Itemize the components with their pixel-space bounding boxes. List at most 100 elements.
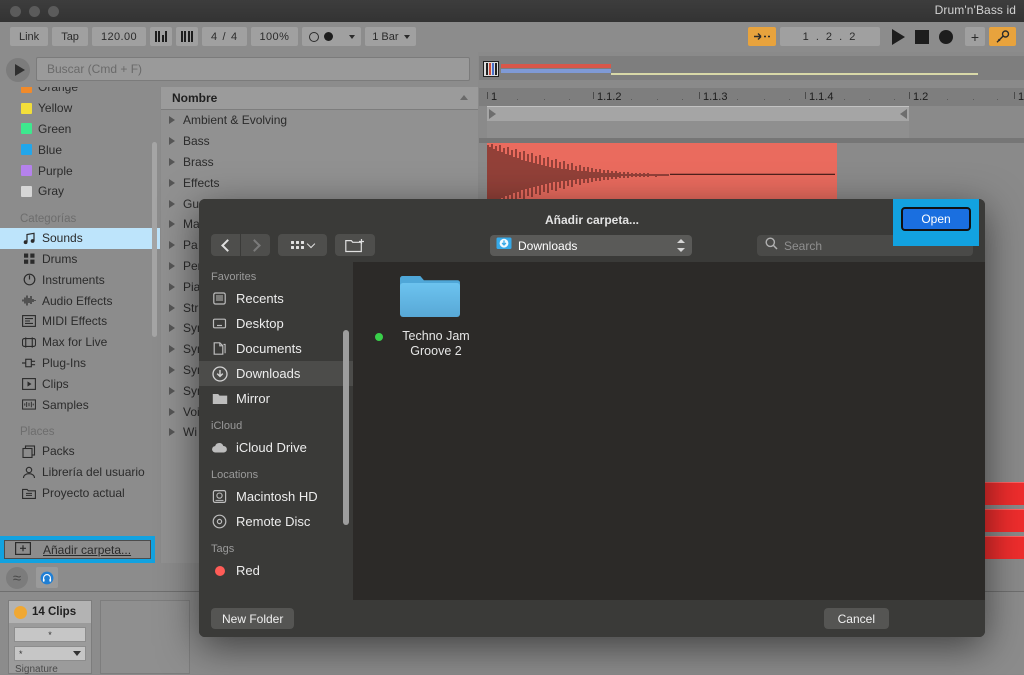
sidebar-item-max-for-live[interactable]: Max for Live (0, 332, 160, 353)
clip-signature-dropdown[interactable]: * (14, 646, 86, 661)
sidebar-item-desktop[interactable]: Desktop (199, 311, 353, 336)
chevron-right-icon[interactable] (169, 220, 175, 229)
view-mode-button[interactable] (278, 234, 327, 256)
chevron-right-icon[interactable] (169, 407, 175, 416)
chevron-right-icon[interactable] (169, 428, 175, 437)
sidebar-item-macintosh-hd[interactable]: Macintosh HD (199, 484, 353, 509)
clip-properties-box[interactable]: 14 Clips * * Signature (8, 600, 92, 675)
chevron-right-icon[interactable] (169, 345, 175, 354)
quantization-selector[interactable]: 1 Bar (365, 27, 416, 46)
dialog-sidebar-scrollbar[interactable] (343, 330, 349, 525)
headphone-preview-button[interactable] (36, 567, 58, 588)
dialog-sidebar[interactable]: Favorites Recents Desktop Documents Down… (199, 262, 353, 600)
back-button[interactable] (211, 234, 240, 256)
chevron-right-icon[interactable] (169, 261, 175, 270)
list-item[interactable]: Brass (161, 152, 478, 173)
cancel-button[interactable]: Cancel (823, 608, 889, 629)
list-item[interactable]: Ambient & Evolving (161, 110, 478, 131)
list-item[interactable]: Effects (161, 172, 478, 193)
timeline-ruler[interactable]: 1 1.1.2 1.1.3 1.1.4 1.2 1.2 (479, 88, 1024, 106)
add-folder-dialog[interactable]: Añadir carpeta... Downloads Search Favor… (199, 199, 985, 637)
new-folder-button[interactable]: New Folder (211, 608, 295, 629)
follow-mode-selector[interactable] (302, 27, 362, 46)
window-traffic-lights[interactable] (10, 6, 59, 17)
sidebar-color-gray[interactable]: Gray (0, 181, 160, 202)
sidebar-item-icloud-drive[interactable]: iCloud Drive (199, 435, 353, 460)
dialog-nav-buttons[interactable] (211, 234, 270, 256)
open-button[interactable]: Open (901, 207, 971, 231)
chevron-right-icon[interactable] (169, 157, 175, 166)
list-item[interactable]: Bass (161, 131, 478, 152)
sidebar-color-purple[interactable]: Purple (0, 160, 160, 181)
sidebar-item-documents[interactable]: Documents (199, 336, 353, 361)
sidebar-item-samples[interactable]: Samples (0, 394, 160, 415)
browser-column-header[interactable]: Nombre (161, 87, 478, 110)
browser-sidebar[interactable]: Orange Yellow Green Blue Purple Gray Cat… (0, 87, 160, 583)
chevron-right-icon[interactable] (169, 282, 175, 291)
sidebar-item-drums[interactable]: Drums (0, 249, 160, 270)
groove-amount[interactable]: 100% (250, 27, 299, 46)
chevron-right-icon[interactable] (169, 365, 175, 374)
time-signature[interactable]: 4 / 4 (201, 27, 247, 46)
sidebar-color-blue[interactable]: Blue (0, 139, 160, 160)
key-map-button[interactable] (989, 27, 1016, 46)
sidebar-item-recents[interactable]: Recents (199, 286, 353, 311)
tap-button[interactable]: Tap (52, 27, 88, 46)
add-track-button[interactable]: + (965, 27, 985, 46)
chevron-right-icon[interactable] (169, 137, 175, 146)
loop-end-handle[interactable] (900, 109, 907, 119)
chevron-right-icon[interactable] (169, 324, 175, 333)
chevron-right-icon[interactable] (169, 241, 175, 250)
position-display[interactable]: 1 . 2 . 2 (780, 27, 880, 46)
waveform-preview-icon[interactable]: ≈ (6, 567, 28, 589)
sidebar-item-user-library[interactable]: Librería del usuario (0, 462, 160, 483)
sidebar-color-yellow[interactable]: Yellow (0, 98, 160, 119)
sidebar-item-plug-ins[interactable]: Plug-Ins (0, 353, 160, 374)
audio-clip[interactable] (487, 143, 837, 207)
sidebar-item-downloads[interactable]: Downloads (199, 361, 353, 386)
record-button[interactable] (939, 29, 953, 44)
sidebar-item-mirror[interactable]: Mirror (199, 386, 353, 411)
sidebar-item-instruments[interactable]: Instruments (0, 269, 160, 290)
forward-button[interactable] (241, 234, 270, 256)
chevron-right-icon[interactable] (169, 303, 175, 312)
minimize-icon[interactable] (29, 6, 40, 17)
sidebar-color-orange[interactable]: Orange (0, 87, 160, 98)
browser-preview-play-button[interactable] (6, 58, 30, 82)
arrangement-position-toggle[interactable] (748, 27, 776, 46)
sidebar-item-current-project[interactable]: Proyecto actual (0, 483, 160, 504)
sidebar-item-packs[interactable]: Packs (0, 441, 160, 462)
chevron-right-icon[interactable] (169, 116, 175, 125)
sidebar-item-midi-effects[interactable]: MIDI Effects (0, 311, 160, 332)
sidebar-item-audio-effects[interactable]: Audio Effects (0, 290, 160, 311)
sidebar-item-sounds[interactable]: Sounds (0, 227, 160, 249)
chevron-right-icon[interactable] (169, 386, 175, 395)
browser-search-input[interactable]: Buscar (Cmd + F) (36, 57, 470, 81)
file-item[interactable]: Techno Jam Groove 2 (375, 272, 485, 359)
maximize-icon[interactable] (48, 6, 59, 17)
group-button[interactable] (335, 234, 375, 256)
sidebar-item-remote-disc[interactable]: Remote Disc (199, 509, 353, 534)
loop-start-handle[interactable] (489, 109, 496, 119)
device-slot-empty[interactable] (100, 600, 190, 674)
path-popup-button[interactable]: Downloads (490, 235, 692, 256)
link-button[interactable]: Link (10, 27, 49, 46)
chevron-right-icon[interactable] (169, 178, 175, 187)
dialog-file-area[interactable]: Techno Jam Groove 2 (353, 262, 985, 600)
stop-button[interactable] (915, 29, 929, 44)
chevron-right-icon[interactable] (169, 199, 175, 208)
metronome-alt-icon[interactable] (175, 27, 198, 46)
sidebar-color-green[interactable]: Green (0, 119, 160, 140)
play-button[interactable] (892, 28, 905, 45)
sidebar-item-clips[interactable]: Clips (0, 373, 160, 394)
close-icon[interactable] (10, 6, 21, 17)
overview-bar[interactable] (479, 56, 1024, 80)
clip-name-field[interactable]: * (14, 627, 86, 642)
sort-ascending-icon[interactable] (460, 95, 468, 100)
metronome-icon[interactable] (149, 27, 172, 46)
tempo-field[interactable]: 120.00 (91, 27, 146, 46)
sidebar-item-tag-red[interactable]: Red (199, 558, 353, 583)
sidebar-scrollbar[interactable] (152, 142, 157, 337)
sidebar-item-add-folder[interactable]: Añadir carpeta... (4, 540, 151, 559)
clip-color-icon[interactable] (14, 605, 27, 619)
